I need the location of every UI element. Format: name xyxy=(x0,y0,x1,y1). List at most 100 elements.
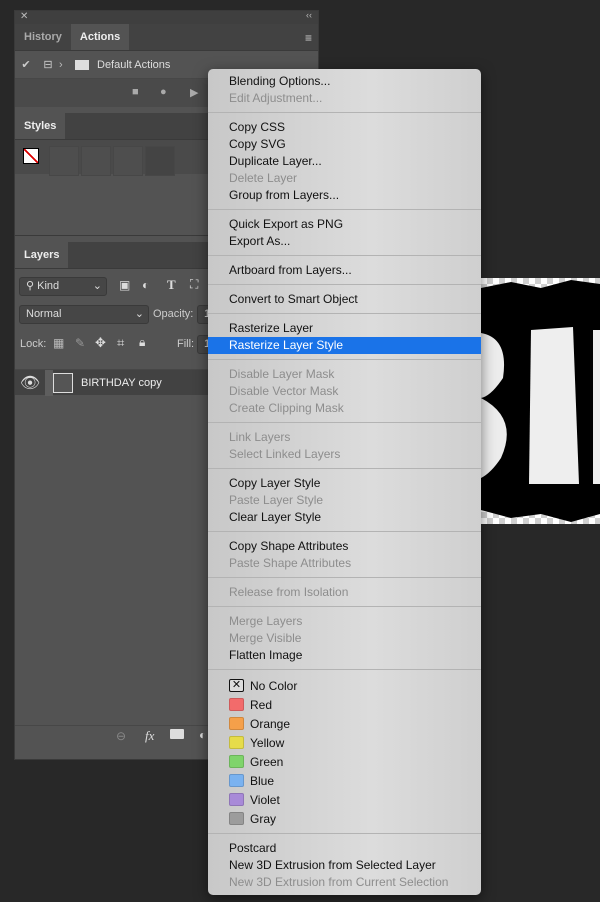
menu-item-flatten-image[interactable]: Flatten Image xyxy=(208,647,481,664)
menu-separator xyxy=(208,209,481,210)
visibility-eye-icon[interactable]: 👁︎ xyxy=(15,373,45,393)
color-label-text: Yellow xyxy=(250,735,285,750)
menu-item-disable-vector-mask: Disable Vector Mask xyxy=(229,384,339,398)
play-icon[interactable]: ▶ xyxy=(190,86,198,99)
stop-icon[interactable]: ■ xyxy=(132,86,139,98)
color-label-green[interactable]: Green xyxy=(208,752,481,771)
menu-item-export-as[interactable]: Export As... xyxy=(208,233,481,250)
menu-item-paste-layer-style: Paste Layer Style xyxy=(229,493,324,507)
collapse-icon[interactable]: ‹‹ xyxy=(306,10,312,20)
check-icon[interactable]: ✔ xyxy=(15,58,37,71)
menu-item-clear-layer-style[interactable]: Clear Layer Style xyxy=(208,509,481,526)
menu-item-artboard-from-layers[interactable]: Artboard from Layers... xyxy=(208,262,481,279)
menu-item-quick-export-as-png[interactable]: Quick Export as PNG xyxy=(208,216,481,233)
color-label-blue[interactable]: Blue xyxy=(208,771,481,790)
shape-filter-icon[interactable]: ⛶ xyxy=(190,277,198,292)
layer-name: BIRTHDAY copy xyxy=(81,376,162,389)
adjustment-layer-icon[interactable]: ◐ xyxy=(199,728,206,742)
menu-separator xyxy=(208,669,481,670)
menu-item-release-from-isolation: Release from Isolation xyxy=(229,585,349,599)
menu-item-copy-layer-style[interactable]: Copy Layer Style xyxy=(208,475,481,492)
menu-item-rasterize-layer[interactable]: Rasterize Layer xyxy=(208,320,481,337)
menu-item-postcard[interactable]: Postcard xyxy=(208,840,481,857)
link-layers-icon[interactable]: ⊖ xyxy=(116,729,126,743)
opacity-label: Opacity: xyxy=(153,308,194,320)
menu-item-convert-to-smart-object[interactable]: Convert to Smart Object xyxy=(208,291,481,308)
menu-item-duplicate-layer[interactable]: Duplicate Layer... xyxy=(208,153,481,170)
menu-separator xyxy=(208,531,481,532)
tab-history[interactable]: History xyxy=(15,24,71,50)
menu-item-rasterize-layer-style[interactable]: Rasterize Layer Style xyxy=(208,337,481,354)
color-label-yellow[interactable]: Yellow xyxy=(208,733,481,752)
menu-separator xyxy=(208,359,481,360)
menu-item-group-from-layers[interactable]: Group from Layers... xyxy=(208,187,481,204)
style-swatch[interactable] xyxy=(145,146,175,176)
menu-item-new-3d-extrusion-from-current-selection: New 3D Extrusion from Current Selection xyxy=(229,875,449,889)
birthday-artwork xyxy=(481,280,600,522)
style-swatch[interactable] xyxy=(49,146,79,176)
menu-item-copy-shape-attributes[interactable]: Copy Shape Attributes xyxy=(208,538,481,555)
style-swatch[interactable] xyxy=(113,146,143,176)
lock-move-icon[interactable]: ✥ xyxy=(95,335,106,351)
menu-item-new-3d-extrusion-from-selected-layer[interactable]: New 3D Extrusion from Selected Layer xyxy=(208,857,481,874)
panel-menu-icon[interactable]: ≡ xyxy=(305,31,312,45)
expand-chevron-icon[interactable]: › xyxy=(59,59,75,71)
shape-layer-thumbnail-icon xyxy=(53,372,73,393)
color-label-text: Green xyxy=(250,754,284,769)
color-swatch-icon xyxy=(229,736,244,749)
menu-item-create-clipping-mask: Create Clipping Mask xyxy=(229,401,344,415)
lock-transparent-icon[interactable]: ▦ xyxy=(53,336,64,350)
color-label-orange[interactable]: Orange xyxy=(208,714,481,733)
fx-icon[interactable]: fx xyxy=(145,728,154,744)
menu-separator xyxy=(208,255,481,256)
menu-item-edit-adjustment: Edit Adjustment... xyxy=(229,91,323,105)
lock-all-icon[interactable]: 🔒︎ xyxy=(139,335,145,350)
color-label-gray[interactable]: Gray xyxy=(208,809,481,828)
menu-separator xyxy=(208,112,481,113)
lock-label: Lock: xyxy=(20,338,47,350)
blend-mode-value: Normal xyxy=(26,308,62,320)
adjustment-filter-icon[interactable]: ◐ xyxy=(142,278,149,292)
color-label-no-color[interactable]: ✕ No Color xyxy=(208,676,481,695)
color-swatch-icon xyxy=(229,793,244,806)
color-label-red[interactable]: Red xyxy=(208,695,481,714)
menu-separator xyxy=(208,577,481,578)
color-label-text: Violet xyxy=(250,792,280,807)
menu-item-copy-css[interactable]: Copy CSS xyxy=(208,119,481,136)
style-swatch[interactable] xyxy=(81,146,111,176)
menu-separator xyxy=(208,284,481,285)
fill-label: Fill: xyxy=(177,338,195,350)
style-none-swatch[interactable] xyxy=(23,148,39,164)
type-filter-icon[interactable]: T xyxy=(167,277,176,293)
pixel-filter-icon[interactable]: ▣ xyxy=(119,278,130,292)
color-label-violet[interactable]: Violet xyxy=(208,790,481,809)
menu-separator xyxy=(208,833,481,834)
tab-actions[interactable]: Actions xyxy=(70,24,130,50)
menu-item-link-layers: Link Layers xyxy=(229,430,291,444)
lock-paint-icon[interactable]: ✎ xyxy=(75,336,85,350)
color-label-text: No Color xyxy=(250,678,298,693)
add-mask-icon[interactable] xyxy=(170,729,184,739)
dialog-toggle-icon[interactable]: ⊟ xyxy=(37,58,59,71)
menu-item-copy-svg[interactable]: Copy SVG xyxy=(208,136,481,153)
color-swatch-icon xyxy=(229,717,244,730)
color-swatch-icon xyxy=(229,698,244,711)
menu-item-paste-shape-attributes: Paste Shape Attributes xyxy=(229,556,352,570)
color-swatch-icon xyxy=(229,812,244,825)
tab-layers[interactable]: Layers xyxy=(15,242,69,268)
record-icon[interactable]: ● xyxy=(160,86,167,98)
document-canvas[interactable] xyxy=(481,278,600,524)
color-label-text: Gray xyxy=(250,811,277,826)
layer-context-menu: Blending Options... Edit Adjustment... Cop… xyxy=(208,69,481,895)
lock-artboard-icon[interactable]: ⌗ xyxy=(117,335,124,351)
close-icon[interactable]: ✕ xyxy=(20,11,28,22)
color-swatch-icon xyxy=(229,755,244,768)
tab-styles[interactable]: Styles xyxy=(15,113,66,139)
kind-filter-select[interactable]: ⚲ Kind ⌄ xyxy=(19,277,107,296)
menu-item-merge-layers: Merge Layers xyxy=(229,614,303,628)
folder-icon xyxy=(75,59,89,70)
menu-separator xyxy=(208,468,481,469)
menu-item-blending-options[interactable]: Blending Options... xyxy=(208,73,481,90)
blend-mode-select[interactable]: Normal ⌄ xyxy=(19,305,149,324)
menu-item-select-linked-layers: Select Linked Layers xyxy=(229,447,341,461)
